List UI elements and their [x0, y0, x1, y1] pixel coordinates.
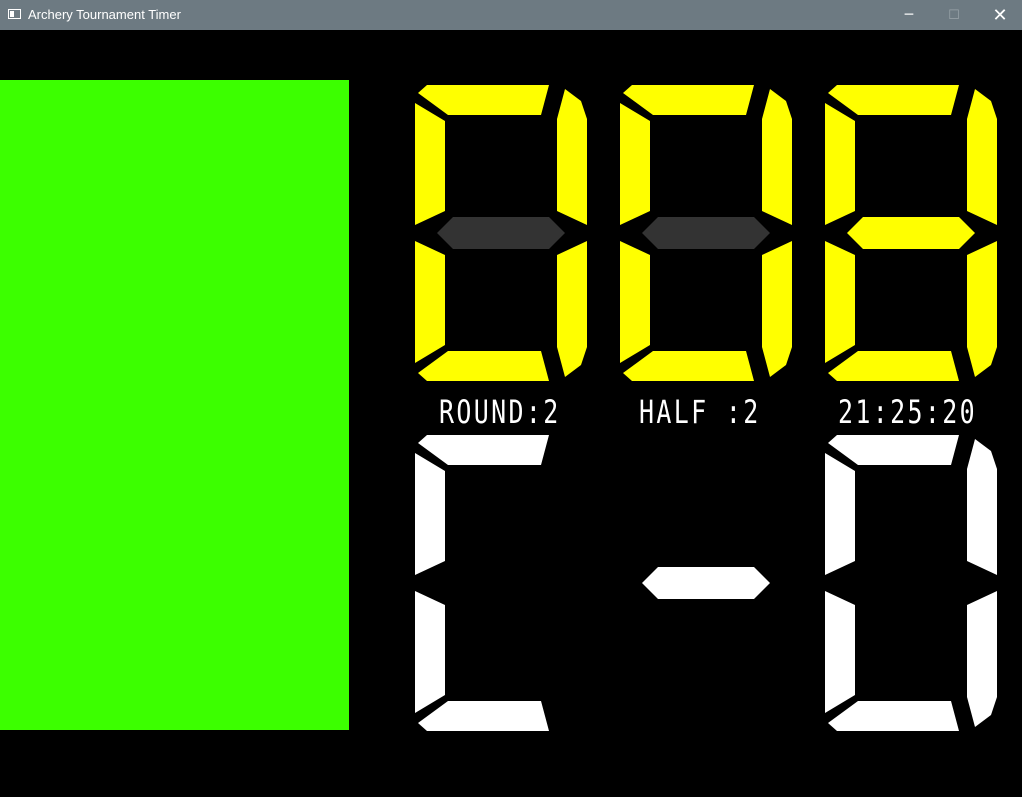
segment-upper-left [415, 103, 445, 225]
countdown-digit-hundreds [415, 85, 587, 381]
segment-middle [847, 217, 975, 249]
segment-lower-right [557, 241, 587, 377]
segment-upper-left [620, 103, 650, 225]
group-dash [642, 567, 770, 599]
segment-top [418, 435, 549, 465]
segment-bottom [418, 701, 549, 731]
segment-lower-left [620, 241, 650, 363]
segment-lower-right [967, 591, 997, 727]
half-label: HALF :2 [639, 393, 761, 431]
clock-readout: 21:25:20 [838, 393, 977, 431]
segment-upper-left [825, 103, 855, 225]
segment-top [828, 85, 959, 115]
segment-middle [642, 567, 770, 599]
segment-upper-left [825, 453, 855, 575]
segment-bottom [623, 351, 754, 381]
segment-upper-right [967, 89, 997, 225]
segment-top [623, 85, 754, 115]
segment-lower-left [415, 241, 445, 363]
segment-middle [437, 217, 565, 249]
segment-upper-left [415, 453, 445, 575]
round-label: ROUND:2 [439, 393, 561, 431]
segment-top [828, 435, 959, 465]
group-letter-right [825, 435, 997, 731]
segment-lower-left [415, 591, 445, 713]
segment-middle [642, 217, 770, 249]
segment-bottom [828, 701, 959, 731]
segment-lower-left [825, 591, 855, 713]
group-letter-left [415, 435, 549, 731]
segment-lower-right [762, 241, 792, 377]
segment-top [418, 85, 549, 115]
segment-lower-right [967, 241, 997, 377]
segment-upper-right [967, 439, 997, 575]
segment-lower-left [825, 241, 855, 363]
segment-bottom [828, 351, 959, 381]
segment-upper-right [557, 89, 587, 225]
segment-upper-right [762, 89, 792, 225]
countdown-digit-tens [620, 85, 792, 381]
segment-bottom [418, 351, 549, 381]
countdown-digit-ones [825, 85, 997, 381]
